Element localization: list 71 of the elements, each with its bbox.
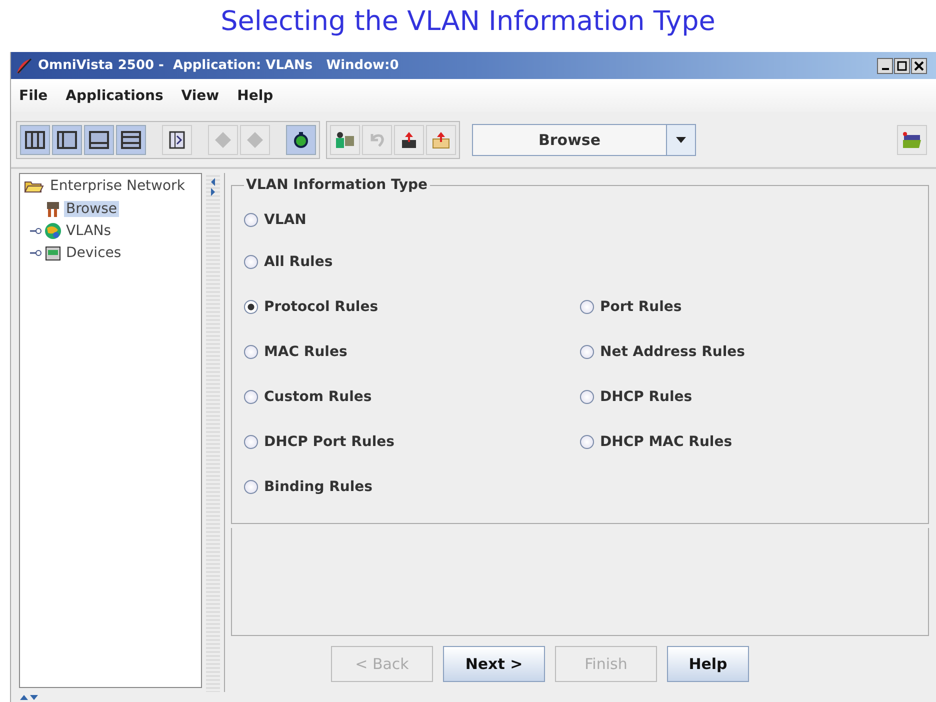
device-icon [44,244,62,262]
upload-button[interactable] [394,124,424,154]
layout-button[interactable] [84,124,114,154]
radio-button[interactable] [580,300,594,314]
radio-button[interactable] [244,344,258,358]
radio-option[interactable]: DHCP MAC Rules [580,434,916,450]
radio-option[interactable]: All Rules [244,254,580,270]
group-title: VLAN Information Type [245,177,428,193]
caret-icon [676,136,686,142]
radio-option[interactable]: Binding Rules [244,478,580,494]
layout-button[interactable] [20,124,50,154]
maximize-icon [897,60,907,70]
close-button[interactable] [911,58,927,74]
radio-button[interactable] [244,213,258,227]
discover-button[interactable] [286,124,316,154]
menu-item[interactable]: View [181,88,220,104]
app-logo-icon [15,56,33,74]
maximize-button[interactable] [894,58,910,74]
panel-button[interactable] [162,124,192,154]
radio-option[interactable]: DHCP Rules [580,388,916,404]
timer-icon [291,130,311,150]
folder-icon [901,130,923,150]
layout-button[interactable] [116,124,146,154]
menu-item[interactable]: Help [237,88,274,104]
expand-arrows-icon[interactable] [19,693,39,701]
radio-button[interactable] [244,390,258,404]
collapsed-handle-icon[interactable] [30,227,42,235]
collapsed-handle-icon[interactable] [30,249,42,257]
upload-envelope-icon [431,130,451,150]
layout-icon [88,130,110,150]
radio-button[interactable] [580,434,594,448]
radio-button[interactable] [244,480,258,494]
menu-item[interactable]: File [19,88,48,104]
globe-icon [44,222,62,240]
view-dropdown[interactable]: Browse [472,124,696,156]
window-title: OmniVista 2500 - Application: VLANs Window:0 [38,58,399,73]
tree-item[interactable]: Devices [64,245,124,261]
people-icon [334,130,356,150]
diamond-arrow-icon [213,130,233,150]
menu-item[interactable]: Applications [66,88,164,104]
wizard-button[interactable]: Help [667,646,749,682]
radio-button[interactable] [580,390,594,404]
radio-option[interactable]: DHCP Port Rules [244,434,580,450]
radio-option[interactable]: Protocol Rules [244,298,580,314]
slide-caption: Selecting the VLAN Information Type [220,5,716,39]
minimize-icon [882,68,888,70]
layout-icon [24,130,46,150]
layout-icon [120,130,142,150]
tree-node[interactable]: Enterprise Network [20,174,202,198]
wizard-button[interactable]: Next > [443,646,545,682]
close-icon [914,60,924,70]
upload-box-icon [399,130,419,150]
radio-option[interactable]: MAC Rules [244,344,580,360]
users-button[interactable] [330,124,360,154]
radio-button[interactable] [244,300,258,314]
diamond-arrow-icon [245,130,265,150]
radio-option[interactable]: Custom Rules [244,388,580,404]
splitter-arrows-icon[interactable] [210,177,216,197]
radio-button[interactable] [580,344,594,358]
open-folder-button[interactable] [897,124,927,154]
radio-option[interactable]: Port Rules [580,298,916,314]
radio-button[interactable] [244,434,258,448]
radio-option[interactable]: Net Address Rules [580,344,916,360]
layout-icon [56,130,78,150]
radio-button[interactable] [244,254,258,268]
radio-option[interactable]: VLAN [244,212,580,228]
layout-button[interactable] [52,124,82,154]
tree-item[interactable]: VLANs [64,223,114,239]
tree-item[interactable]: Browse [64,201,119,217]
export-button[interactable] [426,124,456,154]
minimize-button[interactable] [877,58,893,74]
